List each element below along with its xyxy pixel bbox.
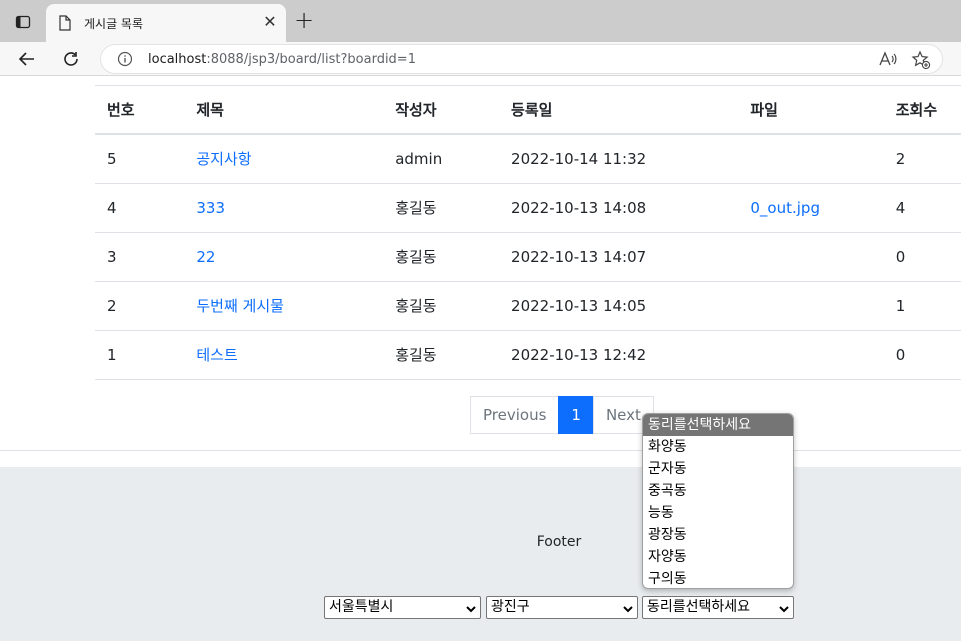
- url-path: :8088/jsp3/board/list?boardid=1: [206, 52, 416, 67]
- cell-views: 1: [883, 281, 961, 331]
- info-icon[interactable]: [117, 51, 133, 71]
- header-number: 번호: [95, 86, 185, 135]
- post-title-link[interactable]: 333: [196, 199, 225, 217]
- cell-views: 0: [883, 232, 961, 282]
- cell-file: [738, 330, 884, 380]
- cell-number: 3: [95, 232, 185, 282]
- url-host: localhost: [148, 52, 207, 67]
- header-author: 작성자: [383, 86, 500, 135]
- back-icon[interactable]: [14, 46, 40, 72]
- city-select[interactable]: 서울특별시: [324, 596, 481, 619]
- board-table: 번호 제목 작성자 등록일 파일 조회수 5 공지사항 admin 2022-1…: [95, 86, 961, 380]
- read-aloud-icon[interactable]: [878, 50, 898, 72]
- url-text: localhost:8088/jsp3/board/list?boardid=1: [148, 52, 416, 67]
- dong-dropdown-list: 동리를선택하세요 화양동 군자동 중곡동 능동 광장동 자양동 구의동: [642, 413, 794, 589]
- header-title: 제목: [184, 86, 384, 135]
- page-1-button[interactable]: 1: [558, 396, 594, 434]
- cell-number: 4: [95, 183, 185, 233]
- chevron-down-icon: [465, 601, 477, 622]
- favorite-add-icon[interactable]: [911, 50, 931, 74]
- chevron-down-icon: [778, 601, 790, 622]
- cell-views: 4: [883, 183, 961, 233]
- header-file: 파일: [738, 86, 884, 135]
- browser-tab[interactable]: 게시글 목록 ✕: [46, 4, 286, 42]
- post-title-link[interactable]: 두번째 게시물: [196, 297, 284, 315]
- post-title-link[interactable]: 테스트: [196, 346, 237, 364]
- cell-number: 1: [95, 330, 185, 380]
- district-select-value: 광진구: [491, 599, 530, 615]
- cell-date: 2022-10-13 12:42: [499, 330, 739, 380]
- table-row: 3 22 홍길동 2022-10-13 14:07 0: [95, 232, 961, 282]
- table-row: 2 두번째 게시물 홍길동 2022-10-13 14:05 1: [95, 281, 961, 331]
- previous-page-button[interactable]: Previous: [470, 396, 560, 434]
- table-row: 1 테스트 홍길동 2022-10-13 12:42 0: [95, 330, 961, 380]
- footer-text: Footer: [536, 534, 582, 550]
- dong-option[interactable]: 화양동: [643, 436, 793, 458]
- refresh-icon[interactable]: [58, 46, 84, 72]
- dong-option[interactable]: 동리를선택하세요: [643, 414, 793, 436]
- table-row: 4 333 홍길동 2022-10-13 14:08 0_out.jpg 4: [95, 183, 961, 233]
- dong-option[interactable]: 중곡동: [643, 480, 793, 502]
- cell-views: 2: [883, 134, 961, 184]
- city-select-value: 서울특별시: [329, 599, 394, 615]
- cell-file: [738, 232, 884, 282]
- tab-title: 게시글 목록: [84, 17, 144, 31]
- cell-views: 0: [883, 330, 961, 380]
- cell-date: 2022-10-13 14:07: [499, 232, 739, 282]
- dong-select[interactable]: 동리를선택하세요: [642, 596, 794, 619]
- new-tab-icon[interactable]: +: [292, 8, 316, 34]
- browser-tab-bar: 게시글 목록 ✕ +: [0, 0, 961, 42]
- table-row: 5 공지사항 admin 2022-10-14 11:32 2: [95, 134, 961, 184]
- dong-option[interactable]: 구의동: [643, 568, 793, 588]
- page-content: 번호 제목 작성자 등록일 파일 조회수 5 공지사항 admin 2022-1…: [0, 77, 961, 641]
- header-views: 조회수: [883, 86, 961, 135]
- dong-select-value: 동리를선택하세요: [647, 599, 751, 615]
- post-title-link[interactable]: 22: [196, 248, 215, 266]
- cell-date: 2022-10-14 11:32: [499, 134, 739, 184]
- cell-author: 홍길동: [383, 330, 500, 380]
- dong-option[interactable]: 군자동: [643, 458, 793, 480]
- cell-number: 5: [95, 134, 185, 184]
- address-bar-row: localhost:8088/jsp3/board/list?boardid=1: [0, 42, 961, 76]
- cell-date: 2022-10-13 14:05: [499, 281, 739, 331]
- content-divider: [0, 450, 961, 451]
- table-header-row: 번호 제목 작성자 등록일 파일 조회수: [95, 86, 961, 135]
- chevron-down-icon: [622, 601, 634, 622]
- url-field[interactable]: localhost:8088/jsp3/board/list?boardid=1: [100, 44, 943, 74]
- dong-option[interactable]: 자양동: [643, 546, 793, 568]
- pagination: Previous 1 Next: [470, 396, 654, 434]
- dong-option[interactable]: 능동: [643, 502, 793, 524]
- header-date: 등록일: [499, 86, 739, 135]
- cell-file: [738, 281, 884, 331]
- cell-author: 홍길동: [383, 281, 500, 331]
- dong-option[interactable]: 광장동: [643, 524, 793, 546]
- tab-actions-icon[interactable]: [8, 10, 38, 34]
- cell-author: 홍길동: [383, 183, 500, 233]
- file-link[interactable]: 0_out.jpg: [750, 199, 820, 217]
- cell-number: 2: [95, 281, 185, 331]
- cell-file: [738, 134, 884, 184]
- close-tab-icon[interactable]: ✕: [261, 13, 279, 31]
- district-select[interactable]: 광진구: [486, 596, 638, 619]
- cell-author: 홍길동: [383, 232, 500, 282]
- cell-author: admin: [383, 134, 500, 184]
- cell-date: 2022-10-13 14:08: [499, 183, 739, 233]
- page-icon: [58, 15, 72, 35]
- post-title-link[interactable]: 공지사항: [196, 150, 251, 168]
